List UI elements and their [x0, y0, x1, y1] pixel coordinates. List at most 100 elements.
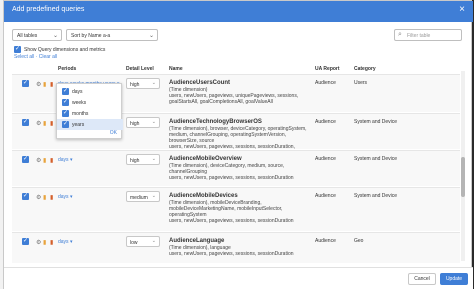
period-option-days[interactable]: ✓ days — [57, 86, 123, 97]
query-name: AudienceLanguage — [169, 238, 225, 244]
query-description: (Time dimension), language users, newUse… — [169, 245, 294, 257]
query-name: AudienceMobileOverview — [169, 156, 242, 162]
chevron-down-icon: ⌄ — [151, 193, 156, 199]
period-checkbox[interactable]: ✓ — [62, 121, 69, 128]
detail-level-select[interactable]: medium ⌄ — [126, 191, 160, 202]
query-name: AudienceTechnologyBrowserOS — [169, 119, 262, 125]
detail-level-select[interactable]: high ⌄ — [126, 78, 160, 89]
period-checkbox[interactable]: ✓ — [62, 110, 69, 117]
dialog-title: Add predefined queries — [12, 6, 85, 13]
show-dims-label: Show Query dimensions and metrics — [24, 47, 106, 53]
period-checkbox[interactable]: ✓ — [62, 88, 69, 95]
period-option-months[interactable]: ✓ months — [57, 108, 123, 119]
show-dims-checkbox[interactable]: ✓ — [14, 46, 21, 53]
category: System and Device — [354, 119, 398, 125]
row-checkbox[interactable]: ✓ — [22, 238, 29, 245]
table-scrollbar[interactable] — [461, 71, 465, 261]
bar-chart-icon: ▮ — [43, 121, 47, 127]
row-checkbox[interactable]: ✓ — [22, 193, 29, 200]
col-name: Name — [169, 66, 183, 72]
table-filter-select[interactable]: All tables ⌄ — [12, 29, 62, 41]
period-option-label: weeks — [72, 100, 87, 106]
bar-chart-icon: ▮ — [43, 240, 47, 246]
query-name-cell: AudienceUsersCount (Time dimension) user… — [169, 80, 309, 105]
sort-value: Sort by Name a-a — [71, 33, 111, 39]
table-row[interactable]: ✓ ⚙ ▮ ▮ days ▾ high ⌄ AudienceMobileOver… — [12, 150, 460, 186]
ua-report: Audience — [315, 156, 336, 162]
detail-level-select[interactable]: high ⌄ — [126, 117, 160, 128]
col-detail-level: Detail Level — [126, 66, 154, 72]
filter-placeholder: Filter table — [407, 33, 431, 39]
update-button[interactable]: Update — [440, 273, 468, 285]
chevron-down-icon: ⌄ — [52, 33, 58, 39]
bar-chart-icon: ▮ — [43, 195, 47, 201]
category: Geo — [354, 238, 364, 244]
chevron-down-icon: ⌄ — [151, 238, 156, 244]
category: Users — [354, 80, 368, 86]
chevron-down-icon: ⌄ — [148, 33, 154, 39]
period-dropdown: ✓ days ✓ weeks ✓ months ✓ years OK — [56, 83, 123, 139]
dialog-header: Add predefined queries × — [4, 1, 473, 22]
query-name: AudienceUsersCount — [169, 80, 231, 86]
report-icon: ▮ — [50, 158, 54, 164]
settings-icon[interactable]: ⚙ — [36, 157, 41, 164]
query-description: (Time dimension) users, newUsers, pagevi… — [169, 87, 299, 105]
detail-level-select[interactable]: high ⌄ — [126, 154, 160, 165]
close-icon[interactable]: × — [459, 4, 465, 15]
query-name-cell: AudienceMobileDevices (Time dimension), … — [169, 193, 309, 224]
period-checkbox[interactable]: ✓ — [62, 99, 69, 106]
filter-table-input[interactable]: ⌕ Filter table — [394, 29, 462, 41]
chevron-down-icon: ⌄ — [151, 80, 156, 86]
table-row[interactable]: ✓ ⚙ ▮ ▮ days ▾ low ⌄ AudienceLanguage (T… — [12, 232, 460, 263]
bar-chart-icon: ▮ — [43, 158, 47, 164]
col-periods: Periods — [58, 66, 77, 72]
period-ok-button[interactable]: OK — [110, 130, 117, 136]
add-predefined-queries-dialog: Add predefined queries × All tables ⌄ So… — [3, 0, 473, 289]
clear-all-link[interactable]: Clear all — [39, 54, 57, 60]
chevron-down-icon: ⌄ — [151, 119, 156, 125]
table-filter-value: All tables — [17, 33, 38, 39]
query-name-cell: AudienceLanguage (Time dimension), langu… — [169, 238, 309, 257]
detail-level-value: high — [130, 82, 140, 88]
category: System and Device — [354, 156, 398, 162]
row-checkbox[interactable]: ✓ — [22, 119, 29, 126]
period-option-weeks[interactable]: ✓ weeks — [57, 97, 123, 108]
ua-report: Audience — [315, 80, 336, 86]
period-selector[interactable]: days ▾ — [58, 239, 72, 245]
search-icon: ⌕ — [398, 31, 402, 38]
query-description: (Time dimension), mobileDeviceBranding, … — [169, 200, 294, 224]
scrollbar-thumb[interactable] — [461, 157, 465, 197]
row-checkbox[interactable]: ✓ — [22, 80, 29, 87]
settings-icon[interactable]: ⚙ — [36, 194, 41, 201]
dialog-footer: Cancel Update — [4, 267, 473, 289]
col-category: Category — [354, 66, 376, 72]
sort-select[interactable]: Sort by Name a-a ⌄ — [66, 29, 158, 41]
period-selector[interactable]: days ▾ — [58, 157, 72, 163]
col-ua-report: UA Report — [315, 66, 340, 72]
chevron-down-icon: ⌄ — [151, 156, 156, 162]
report-icon: ▮ — [50, 82, 54, 88]
table-header: Periods Detail Level Name UA Report Cate… — [12, 63, 467, 73]
settings-icon[interactable]: ⚙ — [36, 239, 41, 246]
cancel-button[interactable]: Cancel — [408, 273, 436, 285]
row-checkbox[interactable]: ✓ — [22, 156, 29, 163]
table-row[interactable]: ✓ ⚙ ▮ ▮ days ▾ medium ⌄ AudienceMobileDe… — [12, 187, 460, 231]
period-option-years[interactable]: ✓ years — [57, 119, 123, 130]
period-option-label: months — [72, 111, 89, 117]
report-icon: ▮ — [50, 121, 54, 127]
query-name-cell: AudienceMobileOverview (Time dimension),… — [169, 156, 309, 181]
settings-icon[interactable]: ⚙ — [36, 120, 41, 127]
detail-level-value: high — [130, 158, 140, 164]
select-links: Select all · Clear all — [14, 54, 58, 60]
select-all-link[interactable]: Select all — [14, 54, 34, 60]
bar-chart-icon: ▮ — [43, 82, 47, 88]
settings-icon[interactable]: ⚙ — [36, 81, 41, 88]
detail-level-select[interactable]: low ⌄ — [126, 236, 160, 247]
period-option-label: days — [72, 89, 83, 95]
report-icon: ▮ — [50, 240, 54, 246]
category: System and Device — [354, 193, 398, 199]
query-name: AudienceMobileDevices — [169, 193, 238, 199]
detail-level-value: low — [130, 240, 138, 246]
report-icon: ▮ — [50, 195, 54, 201]
period-selector[interactable]: days ▾ — [58, 194, 72, 200]
